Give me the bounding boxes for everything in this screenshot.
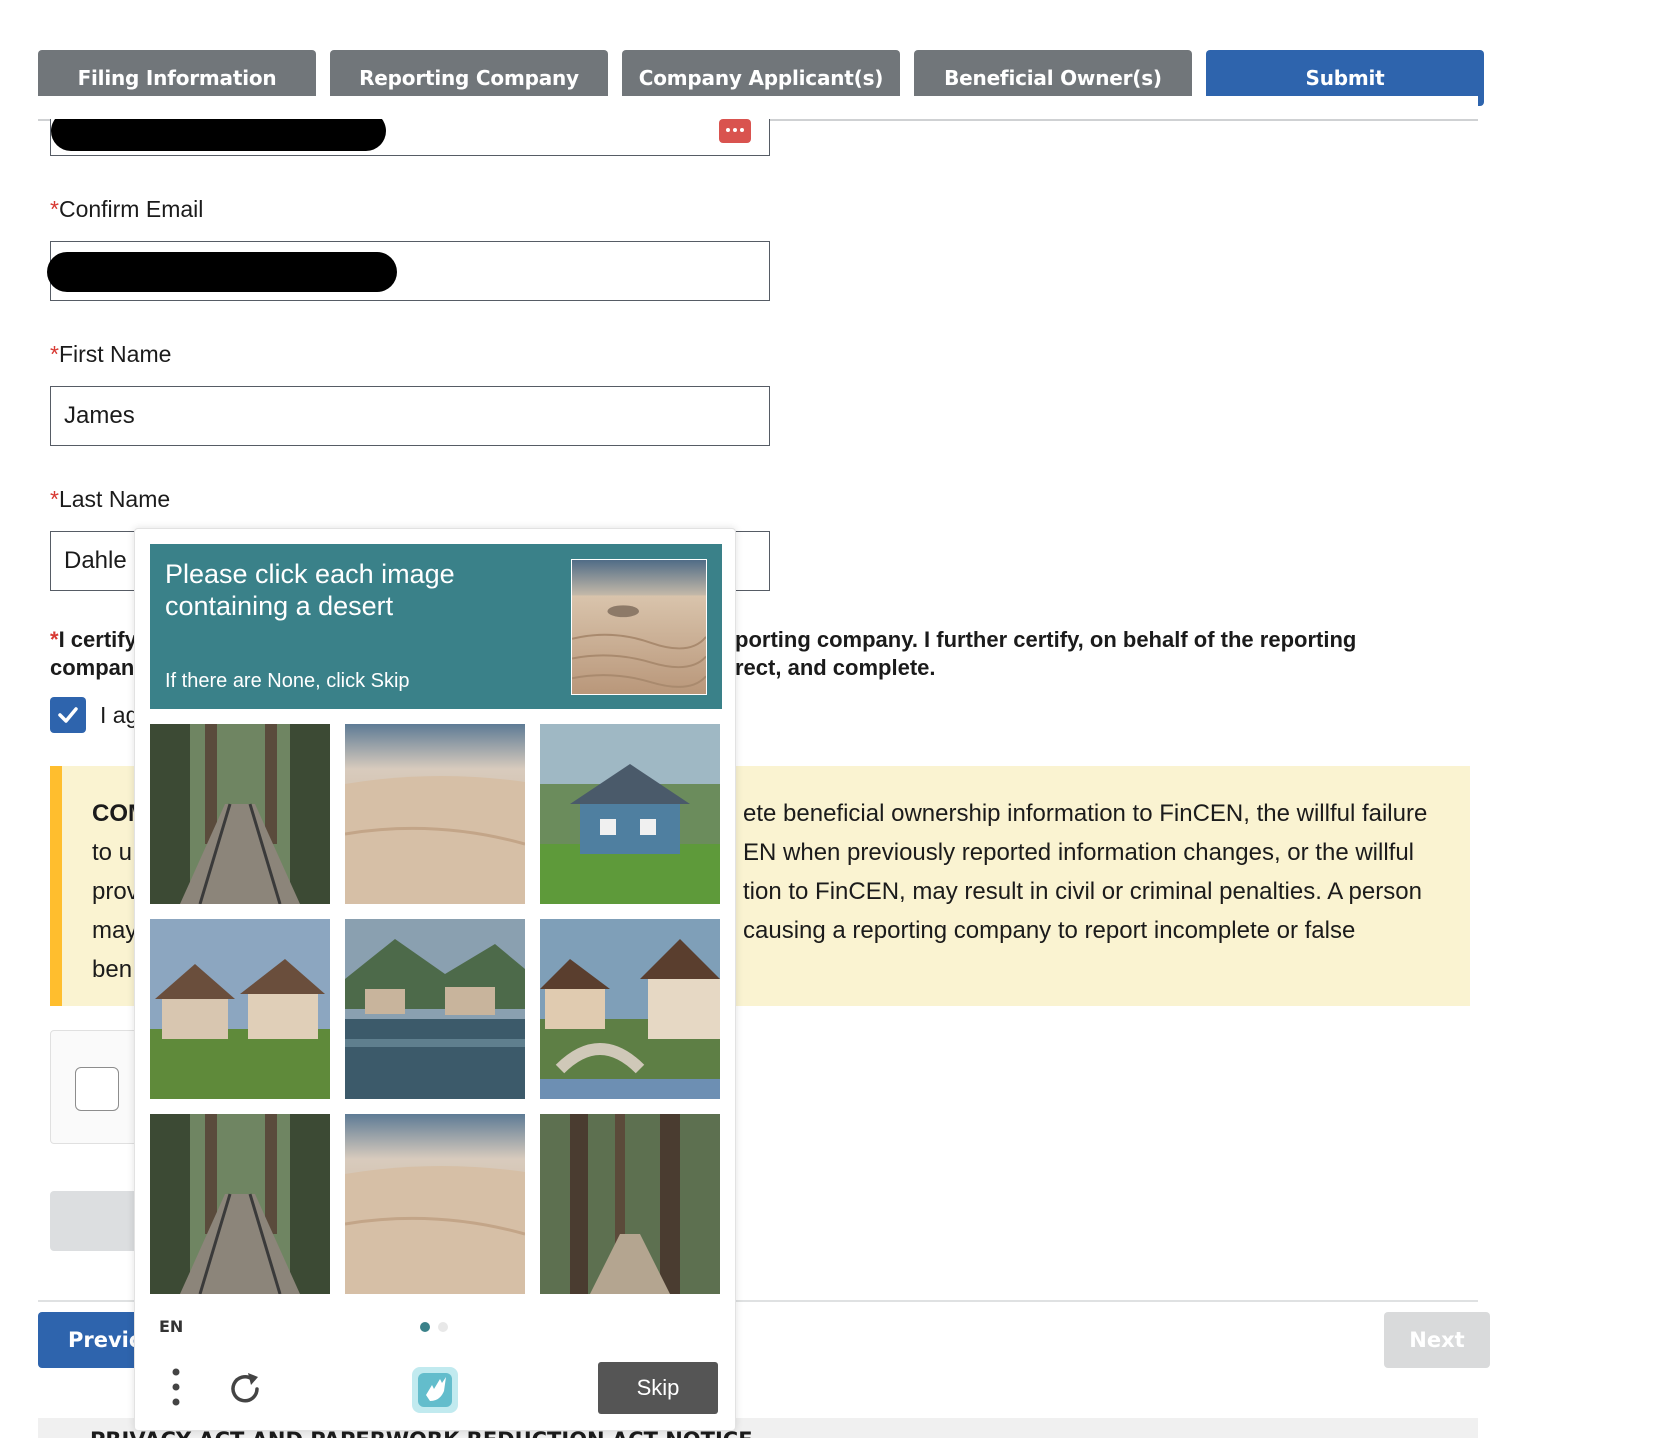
first-name-label-text: First Name — [58, 341, 172, 367]
certify-line1-start: I certify — [58, 627, 137, 652]
last-name-label: *Last Name — [50, 486, 170, 513]
captcha-challenge: Please click each image containing a des… — [134, 528, 736, 1431]
captcha-tile[interactable] — [345, 919, 525, 1099]
captcha-tile[interactable] — [150, 724, 330, 904]
village-bridge-image — [540, 919, 720, 1099]
captcha-tile[interactable] — [150, 1114, 330, 1294]
forest-path-image — [540, 1114, 720, 1294]
password-manager-icon[interactable] — [719, 119, 751, 143]
required-mark: * — [50, 627, 59, 652]
captcha-tile[interactable] — [345, 724, 525, 904]
skip-button[interactable]: Skip — [598, 1362, 718, 1414]
cottage-image — [540, 724, 720, 904]
captcha-checkbox[interactable] — [75, 1067, 119, 1111]
first-name-field[interactable]: James — [50, 386, 770, 446]
confirm-email-label-text: Confirm Email — [58, 196, 204, 222]
required-mark: * — [50, 196, 59, 222]
captcha-tile[interactable] — [345, 1114, 525, 1294]
captcha-tile[interactable] — [540, 1114, 720, 1294]
first-name-value: James — [64, 402, 135, 429]
compliance-right-line: ete beneficial ownership information to … — [743, 800, 1428, 827]
language-selector[interactable]: EN — [159, 1317, 183, 1336]
agree-label: I ag — [100, 701, 139, 728]
redacted-confirm-email — [47, 252, 397, 292]
page-dot — [438, 1322, 448, 1332]
desert-image — [345, 1114, 525, 1294]
compliance-right-line: EN when previously reported information … — [743, 839, 1415, 866]
refresh-icon[interactable] — [225, 1369, 265, 1409]
railway-forest-image — [150, 724, 330, 904]
next-button[interactable]: Next — [1384, 1312, 1490, 1368]
last-name-value: Dahle — [64, 547, 127, 574]
required-mark: * — [50, 341, 59, 367]
last-name-label-text: Last Name — [58, 486, 171, 512]
confirm-email-label: *Confirm Email — [50, 196, 203, 223]
village-image — [150, 919, 330, 1099]
required-mark: * — [50, 486, 59, 512]
first-name-label: *First Name — [50, 341, 171, 368]
agree-checkbox[interactable] — [50, 697, 86, 733]
certify-line2-end: rect, and complete. — [735, 655, 936, 680]
compliance-right-line: tion to FinCEN, may result in civil or c… — [743, 878, 1422, 905]
captcha-tile[interactable] — [540, 919, 720, 1099]
captcha-tile[interactable] — [540, 724, 720, 904]
hcaptcha-logo-icon — [412, 1367, 458, 1413]
challenge-header: Please click each image containing a des… — [150, 544, 722, 709]
certify-line1-end: porting company. I further certify, on b… — [735, 627, 1357, 652]
compliance-right-line: causing a reporting company to report in… — [743, 917, 1356, 944]
captcha-tile[interactable] — [150, 919, 330, 1099]
field-overlap-mask — [38, 96, 1478, 119]
desert-image — [345, 724, 525, 904]
agree-row: I ag — [50, 697, 138, 733]
challenge-prompt: Please click each image containing a des… — [165, 559, 455, 621]
lake-village-image — [345, 919, 525, 1099]
challenge-subtext: If there are None, click Skip — [165, 670, 410, 692]
certify-line2-start: compan — [50, 655, 135, 680]
checkmark-icon — [58, 707, 78, 723]
menu-icon[interactable] — [171, 1367, 181, 1407]
confirm-email-field[interactable] — [47, 241, 770, 301]
railway-forest-image — [150, 1114, 330, 1294]
page-dot-active — [420, 1322, 430, 1332]
example-image — [571, 559, 707, 695]
